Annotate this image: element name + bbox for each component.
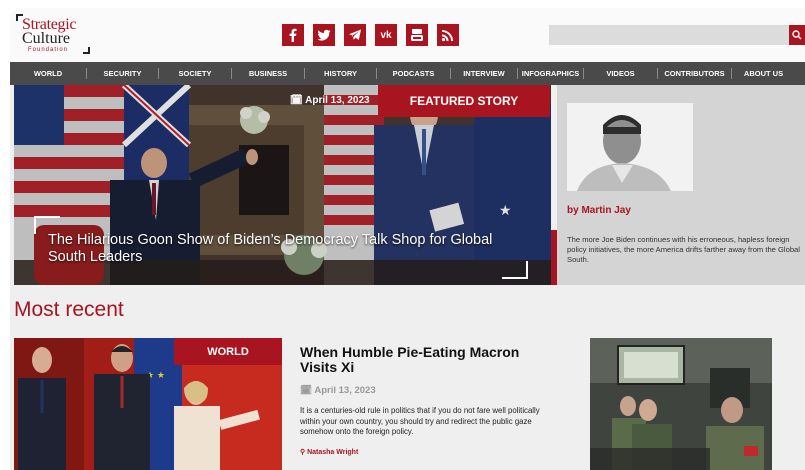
section-heading: Most recent	[14, 298, 124, 321]
featured-excerpt: The more Joe Biden continues with his er…	[567, 235, 800, 264]
search-box	[549, 25, 805, 45]
article-date: 🗓 April 13, 2023	[300, 385, 550, 396]
article-title[interactable]: When Humble Pie-Eating Macron Visits Xi	[300, 345, 550, 375]
search-input[interactable]	[549, 25, 789, 45]
search-button[interactable]	[789, 25, 805, 45]
article-summary: When Humble Pie-Eating Macron Visits Xi …	[300, 345, 550, 456]
category-badge[interactable]: WORLD	[174, 338, 282, 365]
featured-story[interactable]: ★ ★	[14, 85, 551, 285]
vk-icon[interactable]: vk	[375, 24, 397, 46]
article-photo	[590, 338, 772, 470]
logo-line-2: Culture	[22, 30, 70, 47]
rss-icon[interactable]	[437, 24, 459, 46]
featured-author[interactable]: by Martin Jay	[567, 205, 631, 216]
nav-item-world[interactable]: WORLD	[10, 68, 87, 79]
facebook-icon[interactable]	[282, 24, 304, 46]
article-excerpt: It is a centuries-old rule in politics t…	[300, 406, 540, 436]
twitter-icon[interactable]	[313, 24, 335, 46]
social-links: vk	[282, 24, 459, 46]
featured-badge: FEATURED STORY	[378, 85, 550, 117]
logo-line-3: Foundation	[28, 47, 69, 53]
site-header: Strategic Culture Foundation vk	[10, 8, 805, 62]
featured-date-text: April 13, 2023	[305, 95, 370, 106]
nav-item-infographics[interactable]: INFOGRAPHICS	[518, 68, 584, 79]
article-author-name: Natasha Wright	[307, 448, 359, 456]
featured-title[interactable]: The Hilarious Goon Show of Biden’s Democ…	[48, 232, 518, 266]
calendar-icon: 🗓	[290, 95, 306, 106]
nav-item-contributors[interactable]: CONTRIBUTORS	[658, 68, 732, 79]
calendar-icon: 🗓	[300, 385, 315, 396]
nav-item-interview[interactable]: INTERVIEW	[451, 68, 518, 79]
nav-item-history[interactable]: HISTORY	[305, 68, 377, 79]
telegram-icon[interactable]	[344, 24, 366, 46]
nav-item-about-us[interactable]: ABOUT US	[732, 68, 795, 79]
featured-date: 🗓 April 13, 2023	[290, 95, 370, 106]
site-logo[interactable]: Strategic Culture Foundation	[16, 14, 90, 56]
author-portrait	[567, 103, 693, 191]
featured-author-panel: by Martin Jay The more Joe Biden continu…	[557, 85, 805, 285]
nav-item-society[interactable]: SOCIETY	[159, 68, 232, 79]
nav-item-security[interactable]: SECURITY	[87, 68, 159, 79]
main-nav: WORLD SECURITY SOCIETY BUSINESS HISTORY …	[10, 62, 805, 85]
logo-bracket	[83, 47, 90, 54]
nav-item-videos[interactable]: VIDEOS	[584, 68, 658, 79]
article-author[interactable]: ⚲ Natasha Wright	[300, 448, 550, 456]
nav-item-business[interactable]: BUSINESS	[232, 68, 305, 79]
article-image[interactable]	[590, 338, 772, 470]
author-photo[interactable]	[567, 103, 693, 191]
article-date-text: April 13, 2023	[314, 385, 376, 396]
search-icon	[792, 30, 802, 40]
nav-item-podcasts[interactable]: PODCASTS	[377, 68, 451, 79]
youtube-icon[interactable]	[406, 24, 428, 46]
browser-viewport: Strategic Culture Foundation vk WORLD SE…	[10, 8, 805, 470]
article-image[interactable]: ★ ★ WORLD	[14, 338, 282, 470]
